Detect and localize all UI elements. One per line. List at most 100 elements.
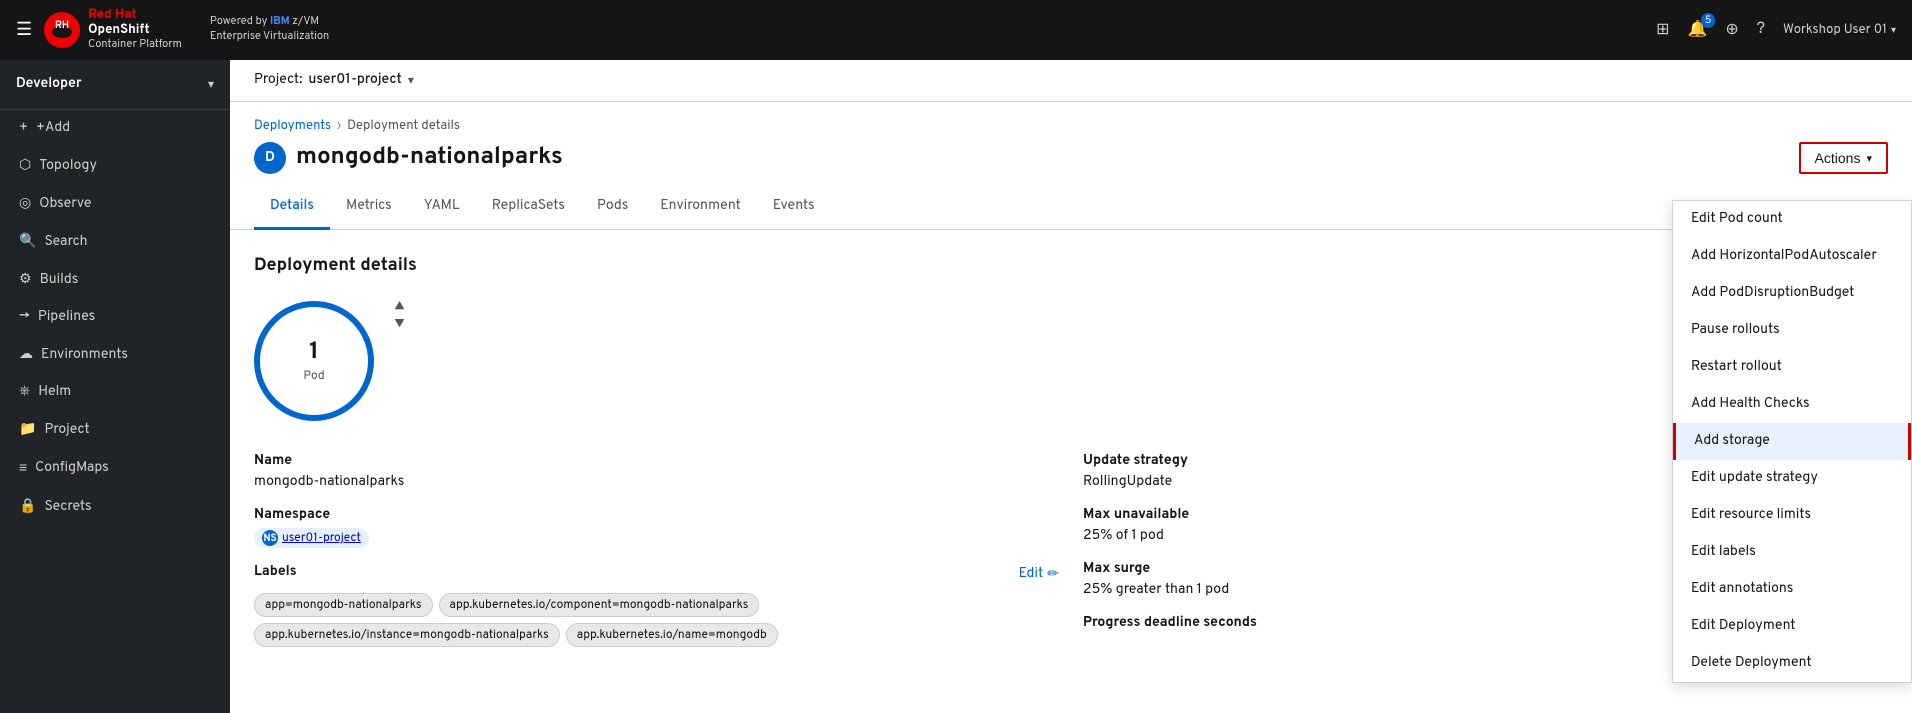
project-bar: Project: user01-project ▾	[230, 60, 1912, 102]
top-navigation: ☰ RH Red Hat OpenShift Container Platfor…	[0, 0, 1912, 60]
sidebar-item-builds[interactable]: ⚙ Builds	[0, 261, 230, 299]
brand-logo-area: RH Red Hat OpenShift Container Platform	[44, 8, 182, 52]
sidebar-item-secrets[interactable]: 🔒 Secrets	[0, 488, 230, 526]
dropdown-item-pause-rollouts[interactable]: Pause rollouts	[1673, 312, 1911, 349]
sidebar-item-pipelines[interactable]: → Pipelines	[0, 299, 230, 336]
labels-label: Labels	[254, 564, 297, 581]
actions-dropdown-menu: Edit Pod count Add HorizontalPodAutoscal…	[1672, 200, 1912, 683]
name-label: Name	[254, 453, 1059, 470]
pod-section: 1 Pod ▲ ▼	[254, 301, 1888, 421]
namespace-label: Namespace	[254, 507, 1059, 524]
observe-icon: ◎	[19, 195, 31, 213]
sidebar-item-observe[interactable]: ◎ Observe	[0, 185, 230, 223]
left-details: Name mongodb-nationalparks Namespace NS …	[254, 453, 1059, 663]
redhat-logo-icon: RH	[44, 12, 80, 48]
pipelines-icon: →	[19, 309, 30, 326]
pod-circle: 1 Pod	[254, 301, 374, 421]
dropdown-item-add-hpa[interactable]: Add HorizontalPodAutoscaler	[1673, 238, 1911, 275]
namespace-value: NS user01-project	[254, 528, 1059, 548]
pod-increase-button[interactable]: ▲	[394, 301, 405, 315]
main-content: Project: user01-project ▾ Deployments › …	[230, 60, 1912, 713]
sidebar-item-environments[interactable]: ☁ Environments	[0, 336, 230, 374]
brand-openshift: OpenShift	[88, 23, 182, 39]
tab-details[interactable]: Details	[254, 186, 330, 230]
dropdown-item-edit-resource-limits[interactable]: Edit resource limits	[1673, 497, 1911, 534]
builds-icon: ⚙	[19, 271, 32, 289]
tab-replicasets[interactable]: ReplicaSets	[476, 186, 581, 230]
dropdown-item-edit-pod-count[interactable]: Edit Pod count	[1673, 201, 1911, 238]
helm-icon: ⎈	[19, 384, 30, 401]
pod-circle-container: 1 Pod	[254, 301, 374, 421]
dropdown-item-restart-rollout[interactable]: Restart rollout	[1673, 349, 1911, 386]
help-icon[interactable]: ?	[1757, 20, 1765, 40]
top-nav-icons: ⊞ 🔔 ⊕ ? Workshop User 01 ▾	[1656, 19, 1896, 41]
dropdown-item-add-storage[interactable]: Add storage	[1673, 423, 1911, 460]
sidebar-item-configmaps-label: ConfigMaps	[35, 460, 109, 477]
label-tag-2: app.kubernetes.io/instance=mongodb-natio…	[254, 623, 560, 647]
sidebar-item-helm[interactable]: ⎈ Helm	[0, 374, 230, 411]
breadcrumb-deployments-link[interactable]: Deployments	[254, 118, 331, 134]
sidebar-item-secrets-label: Secrets	[44, 499, 91, 516]
configmaps-icon: ≡	[19, 459, 27, 478]
label-tag-0: app=mongodb-nationalparks	[254, 593, 433, 617]
breadcrumb-separator: ›	[337, 118, 341, 134]
label-tag-3: app.kubernetes.io/name=mongodb	[566, 623, 778, 647]
dropdown-item-edit-deployment[interactable]: Edit Deployment	[1673, 608, 1911, 645]
project-name: user01-project	[308, 72, 401, 89]
user-menu[interactable]: Workshop User 01 ▾	[1783, 22, 1896, 38]
environments-icon: ☁	[19, 346, 33, 364]
sidebar-header[interactable]: Developer ▾	[0, 60, 230, 110]
tab-environment[interactable]: Environment	[644, 186, 757, 230]
notifications-icon[interactable]: 🔔	[1687, 19, 1707, 41]
user-menu-chevron: ▾	[1891, 24, 1896, 37]
sidebar-item-observe-label: Observe	[39, 196, 91, 213]
powered-by-text: Powered by IBM z/VM	[210, 15, 329, 30]
sidebar-item-pipelines-label: Pipelines	[38, 309, 95, 326]
search-icon: 🔍	[19, 233, 36, 251]
sidebar-item-topology[interactable]: ⬡ Topology	[0, 147, 230, 185]
plus-icon[interactable]: ⊕	[1725, 19, 1738, 41]
dropdown-item-add-pdb[interactable]: Add PodDisruptionBudget	[1673, 275, 1911, 312]
tab-yaml[interactable]: YAML	[408, 186, 476, 230]
sidebar-item-search[interactable]: 🔍 Search	[0, 223, 230, 261]
tab-pods[interactable]: Pods	[581, 186, 644, 230]
tabs-bar: Details Metrics YAML ReplicaSets Pods En…	[230, 186, 1912, 230]
dropdown-item-edit-update-strategy[interactable]: Edit update strategy	[1673, 460, 1911, 497]
name-field: Name mongodb-nationalparks	[254, 453, 1059, 491]
sidebar-item-project[interactable]: 📁 Project	[0, 411, 230, 449]
sidebar-item-configmaps[interactable]: ≡ ConfigMaps	[0, 449, 230, 488]
sidebar-item-search-label: Search	[44, 234, 87, 251]
sidebar-item-topology-label: Topology	[39, 158, 97, 175]
dropdown-item-add-health-checks[interactable]: Add Health Checks	[1673, 386, 1911, 423]
actions-button[interactable]: Actions ▾	[1799, 142, 1888, 174]
actions-chevron-icon: ▾	[1866, 152, 1872, 165]
dropdown-item-delete-deployment[interactable]: Delete Deployment	[1673, 645, 1911, 682]
edit-pencil-icon: ✏	[1047, 566, 1059, 584]
project-dropdown-arrow[interactable]: ▾	[408, 73, 414, 89]
secrets-icon: 🔒	[19, 498, 36, 516]
actions-label: Actions	[1815, 150, 1861, 166]
pod-controls: ▲ ▼	[394, 301, 405, 333]
topology-icon: ⬡	[19, 157, 31, 175]
namespace-link[interactable]: user01-project	[282, 530, 361, 546]
deployment-icon: D	[254, 142, 286, 174]
tab-metrics[interactable]: Metrics	[330, 186, 408, 230]
pod-decrease-button[interactable]: ▼	[394, 319, 405, 333]
tab-events[interactable]: Events	[757, 186, 831, 230]
namespace-field: Namespace NS user01-project	[254, 507, 1059, 548]
page-title: mongodb-nationalparks	[296, 143, 563, 173]
svg-text:RH: RH	[55, 19, 69, 32]
dropdown-item-edit-annotations[interactable]: Edit annotations	[1673, 571, 1911, 608]
labels-edit-link[interactable]: Edit ✏	[1019, 566, 1059, 584]
details-grid: Name mongodb-nationalparks Namespace NS …	[254, 453, 1888, 663]
sidebar-item-add[interactable]: + +Add	[0, 110, 230, 147]
hamburger-menu[interactable]: ☰	[16, 19, 32, 42]
edit-label: Edit	[1019, 566, 1044, 583]
enterprise-text: Enterprise Virtualization	[210, 30, 329, 45]
dropdown-item-edit-labels[interactable]: Edit labels	[1673, 534, 1911, 571]
main-layout: Developer ▾ + +Add ⬡ Topology ◎ Observe …	[0, 60, 1912, 713]
namespace-badge: NS user01-project	[254, 528, 369, 548]
grid-icon[interactable]: ⊞	[1656, 19, 1669, 41]
project-prefix: Project:	[254, 72, 302, 89]
brand-platform: Container Platform	[88, 39, 182, 52]
